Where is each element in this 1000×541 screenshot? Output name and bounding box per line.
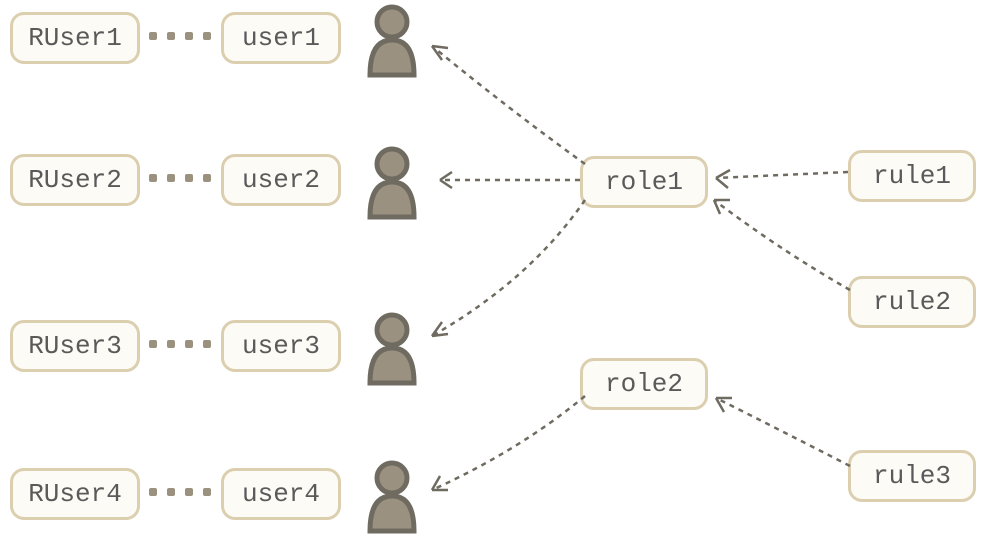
dots-connector [149,340,211,348]
ruser-node: RUser4 [10,468,140,520]
rule-label: rule2 [873,287,951,317]
person-icon [360,0,424,80]
ruser-label: RUser4 [28,479,122,509]
user-node: user4 [221,468,341,520]
ruser-label: RUser2 [28,165,122,195]
ruser-node: RUser3 [10,320,140,372]
user-node: user1 [221,12,341,64]
user-label: user1 [242,23,320,53]
person-icon [360,142,424,222]
user-label: user2 [242,165,320,195]
dots-connector [149,32,211,40]
ruser-node: RUser1 [10,12,140,64]
role-label: role2 [605,369,683,399]
person-icon [360,456,424,536]
user-label: user4 [242,479,320,509]
dots-connector [149,488,211,496]
ruser-label: RUser3 [28,331,122,361]
ruser-label: RUser1 [28,23,122,53]
user-label: user3 [242,331,320,361]
user-node: user2 [221,154,341,206]
rule-label: rule1 [873,161,951,191]
rule-node: rule1 [848,150,976,202]
role-node: role2 [580,358,708,410]
role-node: role1 [580,156,708,208]
role-label: role1 [605,167,683,197]
dots-connector [149,174,211,182]
rule-label: rule3 [873,461,951,491]
ruser-node: RUser2 [10,154,140,206]
rule-node: rule2 [848,276,976,328]
rule-node: rule3 [848,450,976,502]
user-node: user3 [221,320,341,372]
person-icon [360,308,424,388]
